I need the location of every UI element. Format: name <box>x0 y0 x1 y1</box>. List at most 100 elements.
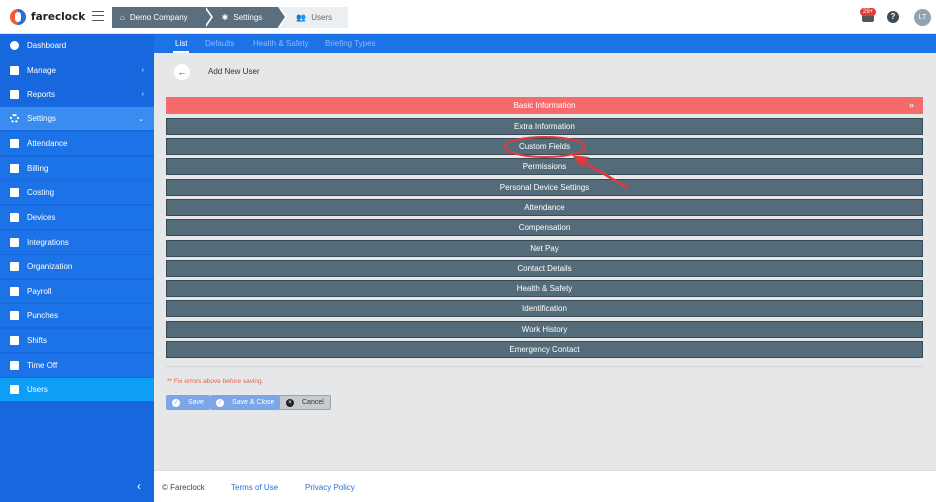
tab-briefing-types[interactable]: Briefing Types <box>325 39 376 48</box>
save-button[interactable]: ✓ Save <box>166 395 210 410</box>
brand-name: fareclock <box>31 11 86 23</box>
sidebar-item-label: Punches <box>27 311 59 320</box>
section-work-history[interactable]: Work History <box>166 321 923 338</box>
sidebar-item-integrations[interactable]: Integrations <box>0 231 154 254</box>
chevron-left-icon: ‹ <box>141 67 144 74</box>
section-emergency-contact[interactable]: Emergency Contact <box>166 341 923 358</box>
menu-toggle-icon[interactable] <box>92 11 104 21</box>
sidebar-collapse-button[interactable]: ‹ <box>137 479 141 493</box>
sidebar-item-costing[interactable]: Costing <box>0 181 154 204</box>
sidebar-item-settings[interactable]: Settings ⌄ <box>0 107 154 130</box>
section-label: Identification <box>522 304 567 313</box>
sidebar-item-label: Dashboard <box>27 41 67 50</box>
section-contact-details[interactable]: Contact Details <box>166 260 923 277</box>
avatar[interactable]: LT <box>914 9 931 26</box>
breadcrumb: ⌂ Demo Company ✱ Settings 👥 Users <box>112 7 349 28</box>
section-health-safety[interactable]: Health & Safety <box>166 280 923 297</box>
users-icon <box>10 385 19 394</box>
umbrella-icon <box>10 361 19 370</box>
section-label: Custom Fields <box>518 142 571 151</box>
sidebar-item-organization[interactable]: Organization <box>0 255 154 278</box>
dashboard-icon <box>10 41 19 50</box>
sidebar-item-label: Billing <box>27 164 49 173</box>
page-title: Add New User <box>208 67 260 76</box>
gear-icon <box>10 114 19 123</box>
plug-icon <box>10 238 19 247</box>
sidebar-item-shifts[interactable]: Shifts <box>0 329 154 352</box>
double-chevron-down-icon: » <box>908 100 914 110</box>
save-close-label: Save & Close <box>232 399 275 406</box>
notification-badge: 29+ <box>860 8 877 16</box>
sidebar-item-users[interactable]: Users <box>0 378 154 401</box>
divider <box>166 366 923 367</box>
tab-list[interactable]: List <box>172 39 190 53</box>
org-chart-icon <box>10 262 19 271</box>
sidebar-item-payroll[interactable]: Payroll <box>0 280 154 303</box>
cancel-label: Cancel <box>302 399 324 406</box>
sidebar-item-label: Manage <box>27 66 56 75</box>
section-net-pay[interactable]: Net Pay <box>166 240 923 257</box>
check-icon: ✓ <box>216 398 224 407</box>
sidebar-item-dashboard[interactable]: Dashboard <box>0 34 154 57</box>
tab-defaults[interactable]: Defaults <box>205 39 234 48</box>
close-icon: × <box>286 398 294 407</box>
sidebar-item-attendance[interactable]: Attendance <box>0 132 154 155</box>
sidebar-item-punches[interactable]: Punches <box>0 304 154 327</box>
sidebar-item-label: Attendance <box>27 139 68 148</box>
section-label: Emergency Contact <box>509 345 580 354</box>
sidebar-item-time-off[interactable]: Time Off <box>0 354 154 377</box>
section-basic-information[interactable]: Basic Information » <box>166 97 923 114</box>
punch-icon <box>10 311 19 320</box>
sidebar-item-label: Devices <box>27 213 56 222</box>
section-label: Net Pay <box>530 244 559 253</box>
save-close-button[interactable]: ✓ Save & Close <box>210 395 281 410</box>
back-arrow-icon[interactable]: ← <box>174 64 190 80</box>
terms-link[interactable]: Terms of Use <box>231 483 278 492</box>
sidebar-item-label: Users <box>27 385 48 394</box>
factory-icon <box>10 188 19 197</box>
breadcrumb-demo-company[interactable]: ⌂ Demo Company <box>112 7 213 28</box>
top-bar: fareclock ⌂ Demo Company ✱ Settings 👥 Us… <box>0 0 936 34</box>
tab-health-safety[interactable]: Health & Safety <box>253 39 309 48</box>
section-compensation[interactable]: Compensation <box>166 219 923 236</box>
section-label: Health & Safety <box>516 284 573 293</box>
breadcrumb-label: Settings <box>233 13 263 22</box>
sidebar-item-manage[interactable]: Manage ‹ <box>0 59 154 82</box>
section-extra-information[interactable]: Extra Information <box>166 118 923 135</box>
sidebar-item-billing[interactable]: Billing <box>0 157 154 180</box>
sidebar-item-devices[interactable]: Devices <box>0 206 154 229</box>
brand-logo[interactable]: fareclock <box>10 9 85 25</box>
sidebar-item-reports[interactable]: Reports ‹ <box>0 83 154 106</box>
users-icon: 👥 <box>296 13 307 22</box>
sidebar-item-label: Time Off <box>27 361 58 370</box>
cancel-button[interactable]: × Cancel <box>279 395 331 410</box>
section-attendance[interactable]: Attendance <box>166 199 923 216</box>
chevron-down-icon: ⌄ <box>138 115 144 123</box>
sidebar: Dashboard Manage ‹ Reports ‹ Settings ⌄ … <box>0 34 154 502</box>
footer: © Fareclock Terms of Use Privacy Policy <box>154 470 936 502</box>
sidebar-item-label: Organization <box>27 262 73 271</box>
sidebar-item-label: Integrations <box>27 238 69 247</box>
help-icon[interactable]: ? <box>887 11 899 23</box>
money-icon <box>10 287 19 296</box>
calendar-icon <box>10 336 19 345</box>
section-label: Basic Information <box>513 101 576 110</box>
home-icon: ⌂ <box>120 13 125 22</box>
error-message: ** Fix errors above before saving. <box>167 378 264 385</box>
section-personal-device-settings[interactable]: Personal Device Settings <box>166 179 923 196</box>
breadcrumb-settings[interactable]: ✱ Settings <box>203 7 287 28</box>
attendance-icon <box>10 139 19 148</box>
gear-icon: ✱ <box>221 13 229 22</box>
section-custom-fields[interactable]: Custom Fields <box>166 138 923 155</box>
section-label: Contact Details <box>517 264 572 273</box>
breadcrumb-label: Demo Company <box>129 13 188 22</box>
section-label: Work History <box>521 325 568 334</box>
section-identification[interactable]: Identification <box>166 300 923 317</box>
person-icon <box>10 66 19 75</box>
fareclock-logo-icon <box>10 9 26 25</box>
section-permissions[interactable]: Permissions <box>166 158 923 175</box>
main-content: ← Add New User Basic Information » Extra… <box>154 53 936 470</box>
sidebar-item-label: Settings <box>27 114 56 123</box>
chevron-left-icon: ‹ <box>141 91 144 98</box>
privacy-link[interactable]: Privacy Policy <box>305 483 355 492</box>
